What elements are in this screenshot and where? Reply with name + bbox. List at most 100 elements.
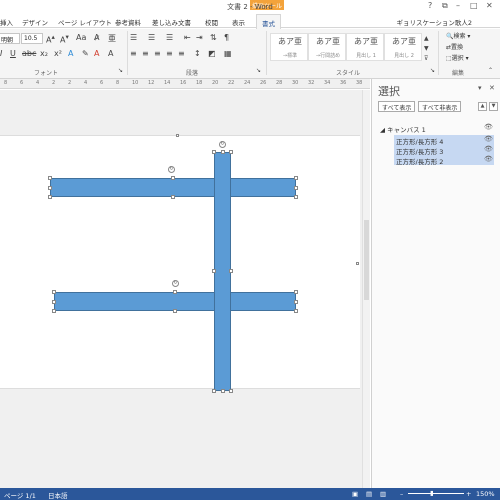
tab-view[interactable]: 表示	[232, 17, 245, 27]
help-icon[interactable]: ?	[428, 1, 432, 10]
resize-handle[interactable]	[294, 186, 298, 190]
collapse-ribbon-icon[interactable]: ⌃	[488, 67, 493, 74]
read-mode-icon[interactable]: ▣	[352, 490, 358, 498]
resize-handle[interactable]	[229, 389, 233, 393]
align-right-icon[interactable]: ≡	[154, 49, 161, 58]
close-icon[interactable]: ✕	[486, 1, 493, 10]
line-spacing-icon[interactable]: ↕	[194, 49, 201, 58]
pane-options-icon[interactable]: ▾	[478, 84, 482, 92]
distributed-icon[interactable]: ≡	[178, 49, 185, 58]
tab-insert[interactable]: 挿入	[0, 17, 13, 27]
phonetic-guide-icon[interactable]: 亜	[108, 33, 116, 44]
tab-review[interactable]: 校閲	[205, 17, 218, 27]
tab-references[interactable]: 参考資料	[115, 17, 141, 27]
resize-handle[interactable]	[221, 150, 225, 154]
print-layout-icon[interactable]: ▤	[366, 490, 372, 498]
rotate-handle-icon[interactable]: ↻	[219, 141, 226, 148]
zoom-level[interactable]: 150%	[476, 490, 495, 498]
canvas-tree-item[interactable]: ◢ キャンバス 1	[380, 124, 426, 134]
italic-icon[interactable]: I	[0, 49, 2, 58]
strikethrough-icon[interactable]: abc	[22, 49, 36, 58]
align-left-icon[interactable]: ≡	[130, 49, 137, 58]
tab-design[interactable]: デザイン	[22, 17, 48, 27]
style-no-spacing[interactable]: あア亜 →行間詰め	[308, 33, 346, 61]
web-layout-icon[interactable]: ▥	[380, 490, 386, 498]
style-heading-1[interactable]: あア亜 見出し 1	[346, 33, 384, 61]
resize-handle[interactable]	[48, 195, 52, 199]
send-backward-icon[interactable]: ▼	[489, 102, 498, 111]
subscript-icon[interactable]: x₂	[40, 49, 48, 58]
page-indicator[interactable]: ページ 1/1	[4, 490, 36, 500]
underline-icon[interactable]: U	[10, 49, 16, 58]
resize-handle[interactable]	[52, 300, 56, 304]
replace-button[interactable]: ⇄置換	[446, 42, 463, 51]
resize-handle[interactable]	[212, 150, 216, 154]
font-dialog-launcher-icon[interactable]: ↘	[118, 67, 123, 74]
minimize-icon[interactable]: –	[456, 1, 460, 10]
style-normal[interactable]: あア亜 →標準	[270, 33, 308, 61]
styles-scroll-down-icon[interactable]: ▼	[424, 45, 429, 52]
resize-handle[interactable]	[221, 389, 225, 393]
resize-handle[interactable]	[173, 290, 177, 294]
font-color-icon[interactable]: A	[94, 49, 99, 58]
language-indicator[interactable]: 日本語	[48, 490, 68, 500]
paragraph-dialog-launcher-icon[interactable]: ↘	[256, 67, 261, 74]
find-button[interactable]: 🔍検索 ▾	[446, 31, 470, 40]
zoom-out-icon[interactable]: –	[400, 490, 403, 498]
resize-handle[interactable]	[52, 290, 56, 294]
change-case-icon[interactable]: Aa	[76, 33, 86, 42]
resize-handle[interactable]	[212, 269, 216, 273]
user-name[interactable]: ギョリスケーション歌人2	[396, 17, 472, 27]
align-center-icon[interactable]: ≡	[142, 49, 149, 58]
zoom-slider-thumb[interactable]: ▮	[430, 489, 434, 497]
font-name-select[interactable]: 明朝	[0, 33, 20, 44]
clear-format-icon[interactable]: A̷	[94, 33, 99, 42]
show-marks-icon[interactable]: ¶	[224, 33, 229, 42]
scrollbar-thumb[interactable]	[364, 220, 369, 300]
zoom-in-icon[interactable]: +	[466, 490, 471, 498]
highlight-icon[interactable]: ✎	[82, 49, 89, 58]
resize-handle[interactable]	[294, 300, 298, 304]
resize-handle[interactable]	[229, 150, 233, 154]
resize-handle[interactable]	[52, 309, 56, 313]
resize-handle[interactable]	[294, 290, 298, 294]
resize-handle[interactable]	[294, 176, 298, 180]
resize-handle[interactable]	[294, 309, 298, 313]
resize-handle[interactable]	[171, 195, 175, 199]
resize-handle[interactable]	[229, 269, 233, 273]
pane-close-icon[interactable]: ✕	[489, 84, 495, 92]
tab-format[interactable]: 書式	[256, 14, 281, 29]
increase-indent-icon[interactable]: ⇥	[196, 33, 203, 42]
select-button[interactable]: ⬚選択 ▾	[446, 53, 469, 62]
bring-forward-icon[interactable]: ▲	[478, 102, 487, 111]
styles-scroll-up-icon[interactable]: ▲	[424, 35, 429, 42]
visibility-icon[interactable]: 👁	[484, 145, 493, 153]
multilevel-list-icon[interactable]: ☰	[166, 33, 173, 42]
shading-icon[interactable]: ◩	[208, 49, 216, 58]
horizontal-ruler[interactable]: 8 6 4 2 2 4 6 8 10 12 14 16 18 20 22 24 26 28 30 32 34 36 38	[0, 79, 370, 89]
text-effects-icon[interactable]: A	[68, 49, 73, 58]
styles-more-icon[interactable]: ⊽	[424, 55, 428, 62]
resize-handle[interactable]	[48, 186, 52, 190]
visibility-icon[interactable]: 👁	[484, 155, 493, 163]
pane-item-rectangle-4[interactable]: 正方形/長方形 4 👁	[394, 135, 494, 146]
resize-handle[interactable]	[171, 176, 175, 180]
page[interactable]: ↻ ↻ ↻	[0, 134, 360, 393]
resize-handle[interactable]	[48, 176, 52, 180]
justify-icon[interactable]: ≡	[166, 49, 173, 58]
char-shading-icon[interactable]: A	[108, 49, 113, 58]
pane-item-rectangle-3[interactable]: 正方形/長方形 3 👁	[394, 145, 494, 156]
rotate-handle-icon[interactable]: ↻	[168, 166, 175, 173]
zoom-slider[interactable]	[408, 493, 464, 494]
numbering-icon[interactable]: ☰	[148, 33, 155, 42]
resize-handle[interactable]	[294, 195, 298, 199]
canvas-handle[interactable]	[356, 262, 359, 265]
canvas-handle[interactable]	[176, 134, 179, 137]
styles-dialog-launcher-icon[interactable]: ↘	[430, 67, 435, 74]
grow-font-icon[interactable]: A▴	[46, 33, 55, 45]
hide-all-button[interactable]: すべて非表示	[418, 101, 462, 112]
tab-page-layout[interactable]: ページ レイアウト	[58, 17, 112, 27]
pane-item-rectangle-2[interactable]: 正方形/長方形 2 👁	[394, 155, 494, 166]
font-size-select[interactable]: 10.5	[21, 33, 43, 44]
resize-handle[interactable]	[212, 389, 216, 393]
